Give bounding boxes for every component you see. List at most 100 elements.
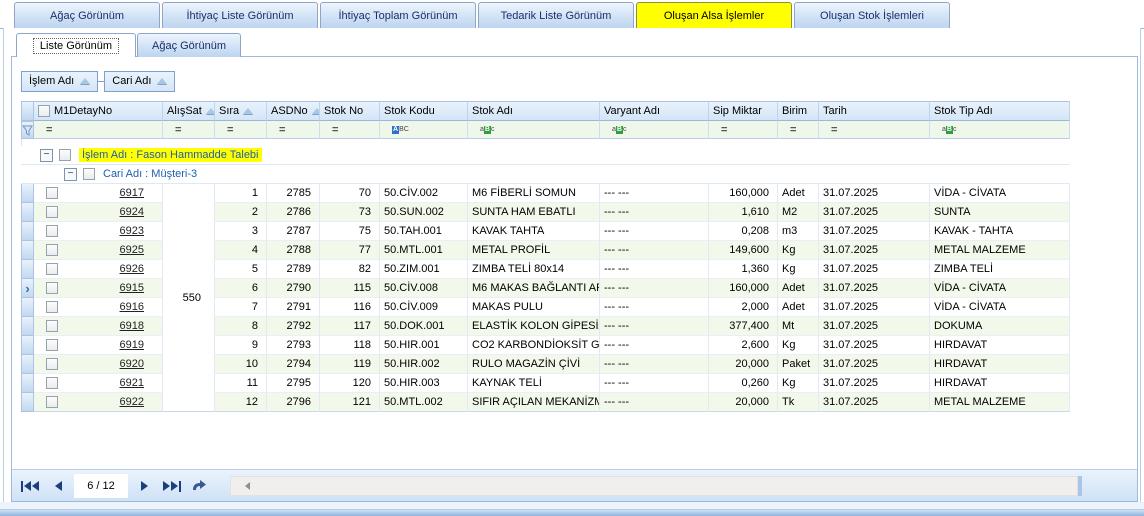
row-checkbox[interactable]	[46, 320, 58, 332]
filter-cell-1[interactable]: =	[34, 121, 163, 139]
scroll-left-arrow-icon[interactable]	[245, 482, 250, 490]
filter-abc-icon[interactable]: aBc	[480, 126, 494, 134]
filter-cell-9[interactable]: =	[709, 121, 778, 139]
m1detayno-link[interactable]: 6915	[120, 282, 144, 294]
column-header-asdno[interactable]: ASDNo	[267, 101, 320, 121]
select-all-checkbox[interactable]	[38, 105, 50, 117]
filter-equals-icon[interactable]: =	[831, 124, 837, 136]
m1detayno-link[interactable]: 6921	[120, 377, 144, 389]
filter-equals-icon[interactable]: =	[175, 124, 181, 136]
row-indicator[interactable]: ›	[21, 279, 34, 298]
column-header-stok-no[interactable]: Stok No	[320, 101, 380, 121]
last-page-button[interactable]	[160, 474, 184, 498]
column-header-s-ra[interactable]: Sıra	[215, 101, 267, 121]
table-row: 692010279411950.HIR.002RULO MAGAZİN ÇİVİ…	[21, 355, 1070, 374]
row-indicator[interactable]	[21, 393, 34, 412]
column-header-sip-miktar[interactable]: Sip Miktar	[709, 101, 778, 121]
view-tab-1[interactable]: Liste Görünüm	[16, 33, 136, 57]
m1detayno-link[interactable]: 6925	[120, 244, 144, 256]
collapse-group-button[interactable]: −	[64, 168, 77, 181]
row-indicator[interactable]	[21, 203, 34, 222]
filter-cell-6[interactable]: ABC	[380, 121, 468, 139]
main-tab-4[interactable]: Tedarik Liste Görünüm	[478, 2, 634, 28]
collapse-group-button[interactable]: −	[40, 149, 53, 162]
row-checkbox[interactable]	[46, 244, 58, 256]
row-checkbox[interactable]	[46, 225, 58, 237]
row-indicator[interactable]	[21, 336, 34, 355]
filter-cell-12[interactable]: aBc	[930, 121, 1070, 139]
row-indicator[interactable]	[21, 184, 34, 203]
row-checkbox[interactable]	[46, 339, 58, 351]
grid-rows: 6917127857050.CİV.002M6 FİBERLİ SOMUN---…	[21, 184, 1070, 412]
row-indicator[interactable]	[21, 298, 34, 317]
m1detayno-link[interactable]: 6919	[120, 339, 144, 351]
filter-equals-icon[interactable]: =	[332, 124, 338, 136]
filter-equals-icon[interactable]: =	[46, 124, 52, 136]
first-page-button[interactable]	[18, 474, 42, 498]
main-tab-1[interactable]: Ağaç Görünüm	[14, 2, 160, 28]
m1detayno-link[interactable]: 6917	[120, 187, 144, 199]
group-checkbox[interactable]	[83, 168, 95, 180]
m1detayno-link[interactable]: 6916	[120, 301, 144, 313]
row-checkbox[interactable]	[46, 206, 58, 218]
group-checkbox[interactable]	[59, 149, 71, 161]
filter-equals-icon[interactable]: =	[721, 124, 727, 136]
row-checkbox[interactable]	[46, 301, 58, 313]
cell-alissat	[163, 336, 215, 355]
row-indicator[interactable]	[21, 374, 34, 393]
column-header-birim[interactable]: Birim	[778, 101, 819, 121]
column-header-al-sat[interactable]: AlışSat	[163, 101, 215, 121]
filter-equals-icon[interactable]: =	[790, 124, 796, 136]
filter-cell-4[interactable]: =	[267, 121, 320, 139]
column-header-m1detayno[interactable]: M1DetayNo	[34, 101, 163, 121]
main-tab-3[interactable]: İhtiyaç Toplam Görünüm	[320, 2, 476, 28]
filter-cell-11[interactable]: =	[819, 121, 930, 139]
filter-funnel-icon[interactable]	[22, 125, 33, 136]
filter-equals-icon[interactable]: =	[227, 124, 233, 136]
column-header-tarih[interactable]: Tarih	[819, 101, 930, 121]
filter-cell-7[interactable]: aBc	[468, 121, 600, 139]
row-checkbox[interactable]	[46, 282, 58, 294]
row-indicator[interactable]	[21, 260, 34, 279]
previous-page-button[interactable]	[46, 474, 70, 498]
filter-abc-icon[interactable]: aBc	[942, 126, 956, 134]
filter-cell-2[interactable]: =	[163, 121, 215, 139]
table-row: 692212279612150.MTL.002SIFIR AÇILAN MEKA…	[21, 393, 1070, 412]
main-tab-5[interactable]: Oluşan Alsa İşlemler	[636, 2, 792, 28]
row-indicator[interactable]	[21, 222, 34, 241]
m1detayno-link[interactable]: 6918	[120, 320, 144, 332]
main-tab-2[interactable]: İhtiyaç Liste Görünüm	[162, 2, 318, 28]
row-checkbox[interactable]	[46, 358, 58, 370]
m1detayno-link[interactable]: 6923	[120, 225, 144, 237]
m1detayno-link[interactable]: 6922	[120, 396, 144, 408]
cell-stok-no: 117	[320, 317, 380, 336]
row-indicator[interactable]	[21, 317, 34, 336]
view-tab-2[interactable]: Ağaç Görünüm	[137, 33, 241, 57]
group-by-button-1[interactable]: İşlem Adı	[21, 71, 98, 92]
filter-equals-icon[interactable]: =	[279, 124, 285, 136]
row-checkbox[interactable]	[46, 187, 58, 199]
row-indicator[interactable]	[21, 355, 34, 374]
row-checkbox[interactable]	[46, 263, 58, 275]
column-header-stok-kodu[interactable]: Stok Kodu	[380, 101, 468, 121]
m1detayno-link[interactable]: 6926	[120, 263, 144, 275]
column-header-stok-ad-[interactable]: Stok Adı	[468, 101, 600, 121]
m1detayno-link[interactable]: 6924	[120, 206, 144, 218]
refresh-button[interactable]	[188, 474, 212, 498]
row-checkbox[interactable]	[46, 377, 58, 389]
row-indicator[interactable]	[21, 241, 34, 260]
m1detayno-link[interactable]: 6920	[120, 358, 144, 370]
group-by-button-2[interactable]: Cari Adı	[104, 71, 175, 92]
filter-cell-3[interactable]: =	[215, 121, 267, 139]
filter-abc-icon[interactable]: ABC	[392, 126, 409, 134]
horizontal-scrollbar[interactable]	[230, 476, 1078, 496]
column-header-varyant-ad-[interactable]: Varyant Adı	[600, 101, 709, 121]
filter-cell-10[interactable]: =	[778, 121, 819, 139]
main-tab-6[interactable]: Oluşan Stok İşlemleri	[794, 2, 950, 28]
filter-cell-5[interactable]: =	[320, 121, 380, 139]
filter-abc-icon[interactable]: aBc	[612, 126, 626, 134]
column-header-stok-tip-ad-[interactable]: Stok Tip Adı	[930, 101, 1070, 121]
next-page-button[interactable]	[132, 474, 156, 498]
row-checkbox[interactable]	[46, 396, 58, 408]
filter-cell-8[interactable]: aBc	[600, 121, 709, 139]
